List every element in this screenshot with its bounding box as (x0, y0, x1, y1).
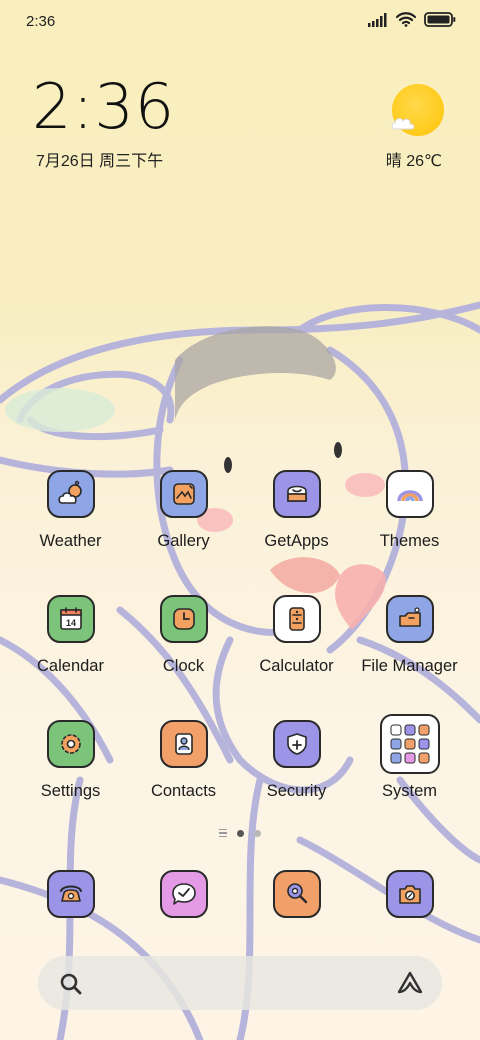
weather-icon[interactable] (46, 470, 95, 518)
app-gallery[interactable]: Gallery (127, 470, 240, 595)
status-icons (368, 12, 456, 27)
app-label: File Manager (361, 657, 458, 675)
system-folder-icon[interactable] (379, 714, 440, 774)
app-label: GetApps (264, 532, 329, 550)
page-dot[interactable] (254, 829, 261, 837)
app-row: 14 Calendar Clock Calculator File Manage… (14, 595, 466, 720)
app-weather[interactable]: Weather (14, 470, 127, 595)
browser-icon[interactable] (272, 870, 321, 918)
app-clock[interactable]: Clock (127, 595, 240, 720)
phone-icon[interactable] (46, 870, 95, 918)
app-label: Clock (162, 657, 205, 675)
battery-icon (424, 12, 456, 27)
page-indicator-menu-icon[interactable] (219, 829, 227, 837)
gallery-icon[interactable] (159, 470, 208, 518)
calendar-icon[interactable]: 14 (46, 595, 95, 643)
messages-icon[interactable] (159, 870, 208, 918)
app-label: System (381, 782, 437, 800)
assistant-icon[interactable] (396, 970, 424, 996)
app-label: Security (266, 782, 327, 800)
security-icon[interactable] (272, 720, 321, 768)
app-row: Settings Contacts Security System (14, 714, 466, 845)
app-label: Contacts (150, 782, 217, 800)
app-contacts[interactable]: Contacts (127, 720, 240, 845)
search-icon[interactable] (58, 971, 84, 997)
app-label: Gallery (157, 532, 210, 550)
dock-camera[interactable] (353, 870, 466, 918)
clock-widget-time[interactable]: 2:36 (32, 76, 175, 138)
clock-icon[interactable] (159, 595, 208, 643)
app-themes[interactable]: Themes (353, 470, 466, 595)
page-indicator[interactable] (0, 829, 480, 837)
app-label: Calendar (37, 657, 104, 675)
app-calculator[interactable]: Calculator (240, 595, 353, 720)
page-dot-active[interactable] (237, 829, 244, 837)
settings-icon[interactable] (46, 720, 95, 768)
app-grid: Weather Gallery GetApps Themes 14 Calend… (14, 470, 466, 845)
camera-icon[interactable] (385, 870, 434, 918)
app-label: Calculator (259, 657, 334, 675)
file-manager-icon[interactable] (385, 595, 434, 643)
cellular-signal-icon (368, 12, 387, 27)
app-label: Themes (379, 532, 440, 550)
themes-icon[interactable] (385, 470, 434, 518)
svg-text:14: 14 (65, 618, 75, 628)
app-system-folder[interactable]: System (353, 714, 466, 845)
app-file-manager[interactable]: File Manager (353, 595, 466, 720)
status-time: 2:36 (26, 13, 56, 30)
calculator-icon[interactable] (272, 595, 321, 643)
weather-text: 晴 26℃ (385, 153, 442, 170)
wifi-icon (396, 12, 416, 27)
getapps-icon[interactable] (272, 470, 321, 518)
dock-phone[interactable] (14, 870, 127, 918)
clock-widget-date: 7月26日 周三下午 (36, 153, 164, 170)
status-bar: 2:36 (0, 0, 480, 42)
app-security[interactable]: Security (240, 720, 353, 845)
app-settings[interactable]: Settings (14, 720, 127, 845)
cloud-icon (391, 118, 415, 130)
app-row: Weather Gallery GetApps Themes (14, 470, 466, 595)
search-bar[interactable] (38, 956, 442, 1010)
contacts-icon[interactable] (159, 720, 208, 768)
app-calendar[interactable]: 14 Calendar (14, 595, 127, 720)
app-label: Settings (40, 782, 101, 800)
dock (14, 870, 466, 918)
dock-browser[interactable] (240, 870, 353, 918)
app-label: Weather (39, 532, 102, 550)
app-getapps[interactable]: GetApps (240, 470, 353, 595)
dock-messages[interactable] (127, 870, 240, 918)
